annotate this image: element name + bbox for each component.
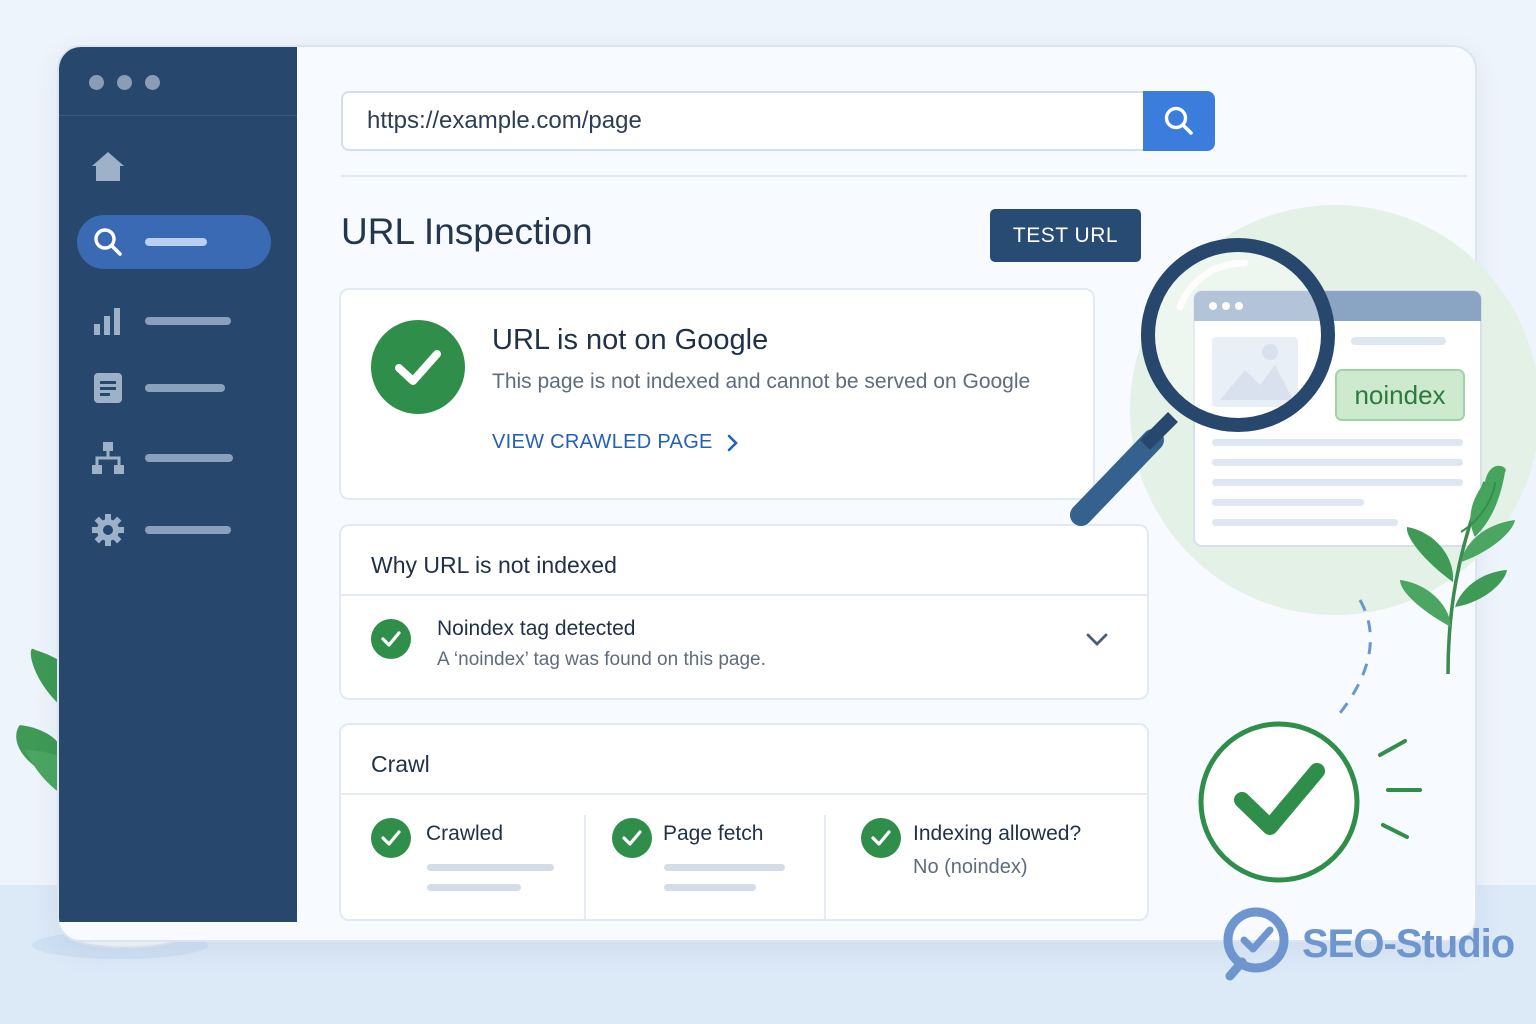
reason-title: Noindex tag detected [437, 617, 636, 640]
check-circle-icon [371, 619, 411, 659]
crawl-value: No (noindex) [913, 856, 1028, 878]
placeholder-bar [427, 884, 521, 891]
card-divider [341, 793, 1147, 795]
sitemap-icon [91, 441, 125, 475]
bar-chart-icon [91, 304, 125, 338]
check-circle-icon [371, 320, 465, 414]
search-button[interactable] [1143, 91, 1215, 151]
reason-description: A ‘noindex’ tag was found on this page. [437, 649, 766, 670]
check-circle-icon [612, 818, 652, 858]
sidebar [59, 47, 297, 922]
nav-label-placeholder [145, 384, 225, 392]
crawl-column-indexing-allowed: Indexing allowed? No (noindex) [861, 813, 1131, 923]
page-title: URL Inspection [341, 211, 593, 252]
sidebar-item-inspect[interactable] [77, 215, 271, 269]
sidebar-item-sitemaps[interactable] [77, 431, 271, 485]
window-controls [89, 75, 160, 90]
crawl-label: Crawled [426, 822, 504, 845]
placeholder-bar [427, 864, 554, 871]
noindex-tag-label: noindex [1354, 380, 1445, 410]
sidebar-item-home[interactable] [77, 139, 271, 193]
link-label: VIEW CRAWLED PAGE [492, 431, 713, 453]
placeholder-bar [664, 864, 785, 871]
crawl-column-page-fetch: Page fetch [612, 813, 832, 923]
success-check-illustration [1198, 599, 1422, 883]
status-title: URL is not on Google [492, 324, 769, 356]
search-icon [1164, 106, 1193, 135]
nav-label-placeholder [145, 238, 207, 246]
brand-logo: SEO-Studio [1222, 906, 1515, 982]
chevron-right-icon [727, 434, 738, 451]
url-input[interactable]: https://example.com/page [341, 91, 1145, 151]
card-heading: Crawl [371, 751, 430, 777]
sidebar-item-pages[interactable] [77, 361, 271, 415]
placeholder-bar [664, 884, 756, 891]
crawl-column-crawled: Crawled [371, 813, 591, 923]
nav-label-placeholder [145, 526, 231, 534]
column-divider [584, 815, 586, 919]
window-dot[interactable] [117, 75, 132, 90]
document-icon [91, 371, 125, 405]
crawl-card: Crawl Crawled Page fetch Indexing allowe… [339, 723, 1149, 921]
window-dot[interactable] [89, 75, 104, 90]
window-dot[interactable] [145, 75, 160, 90]
check-circle-icon [371, 818, 411, 858]
card-heading: Why URL is not indexed [371, 552, 617, 578]
nav-label-placeholder [145, 454, 233, 462]
home-icon [91, 149, 125, 183]
sidebar-item-performance[interactable] [77, 294, 271, 348]
nav-label-placeholder [145, 317, 231, 325]
status-description: This page is not indexed and cannot be s… [492, 370, 1031, 393]
crawl-label: Indexing allowed? [913, 822, 1082, 845]
gear-icon [91, 513, 125, 547]
check-circle-icon [861, 818, 901, 858]
sidebar-divider [59, 115, 297, 116]
crawl-label: Page fetch [663, 822, 764, 845]
view-crawled-page-link[interactable]: VIEW CRAWLED PAGE [492, 431, 739, 454]
index-status-card: URL is not on Google This page is not in… [339, 288, 1095, 500]
brand-name: SEO-Studio [1302, 921, 1515, 966]
sidebar-item-settings[interactable] [77, 503, 271, 557]
column-divider [824, 815, 826, 919]
seo-studio-logo-icon [1223, 907, 1289, 981]
header-divider [341, 175, 1467, 177]
why-not-indexed-card: Why URL is not indexed Noindex tag detec… [339, 524, 1149, 700]
card-divider [341, 594, 1147, 596]
search-icon [91, 225, 125, 259]
